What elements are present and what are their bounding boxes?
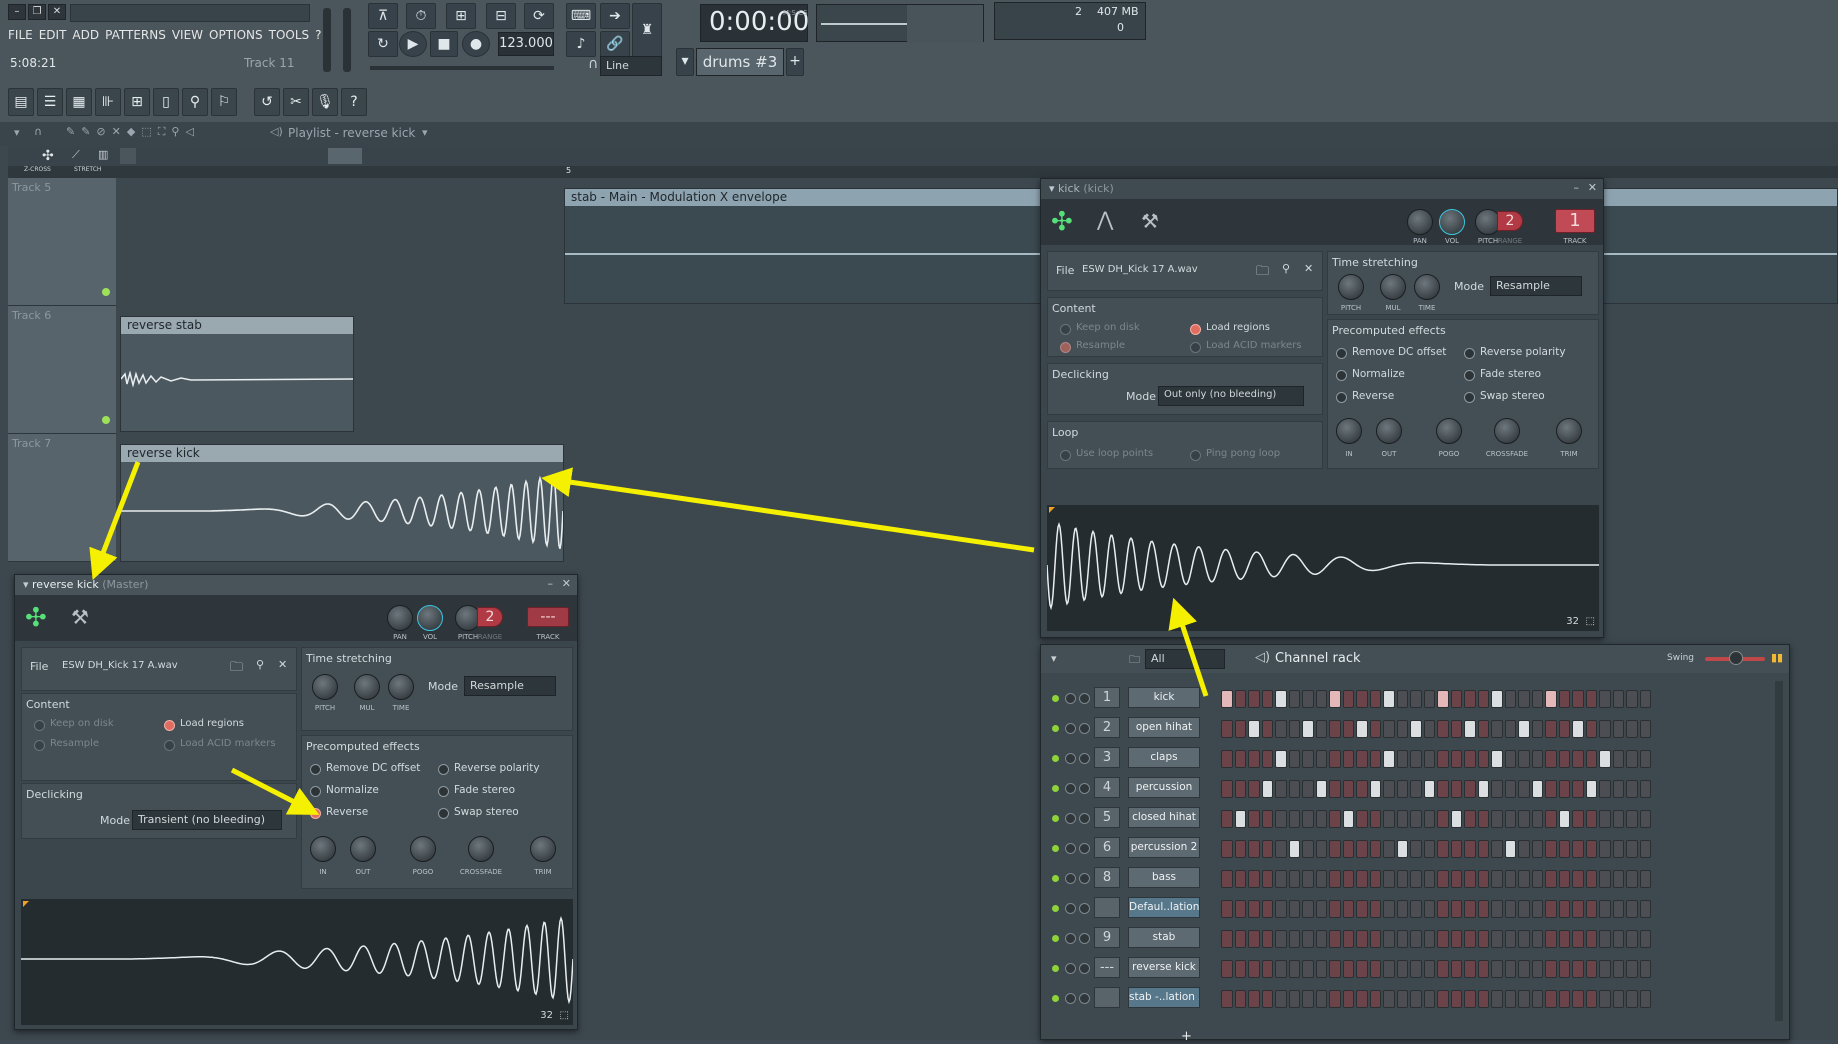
arrow-wave-to-clip — [541, 467, 1035, 553]
annotation-arrows — [89, 461, 1209, 815]
arrow-clip-to-panel — [89, 461, 141, 581]
arrow-rack-to-panel — [1168, 597, 1209, 697]
arrow-reverse-option — [230, 767, 320, 815]
